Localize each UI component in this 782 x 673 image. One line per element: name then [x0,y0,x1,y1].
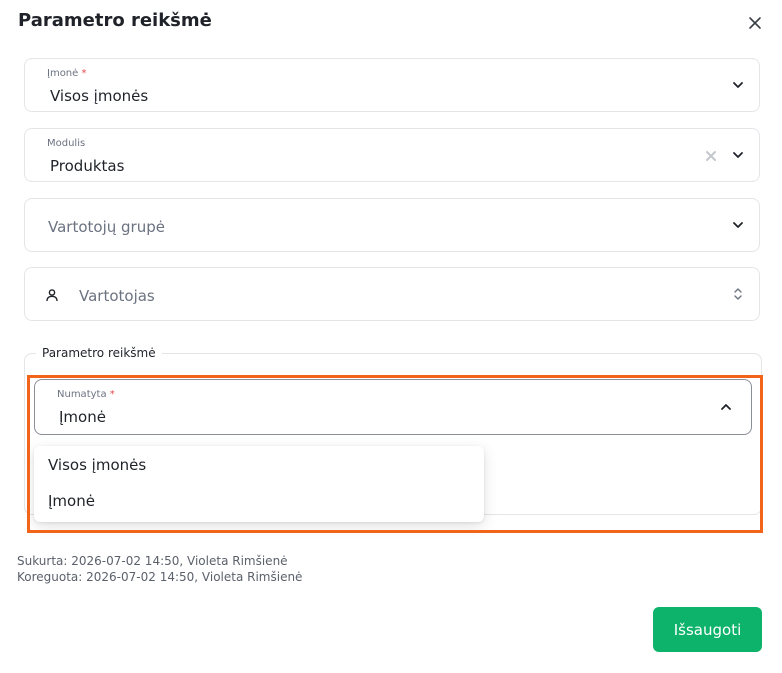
parameter-value-legend: Parametro reikšmė [36,346,162,360]
user-placeholder: Vartotojas [79,287,155,305]
close-icon[interactable] [744,12,766,34]
updated-info: Koreguota: 2026-07-02 14:50, Violeta Rim… [17,570,303,584]
dropdown-option[interactable]: Visos įmonės [48,456,146,474]
created-info: Sukurta: 2026-07-02 14:50, Violeta Rimši… [17,554,288,568]
company-label: Įmonė * [47,68,87,79]
clear-icon[interactable] [705,150,717,162]
company-select[interactable]: Įmonė * Visos įmonės [24,58,760,112]
default-value-value: Įmonė [59,408,106,426]
chevron-down-icon[interactable] [731,218,745,232]
save-button[interactable]: Išsaugoti [653,607,762,652]
module-value: Produktas [50,157,125,175]
user-group-placeholder: Vartotojų grupė [48,218,165,236]
parameter-value-dialog: Parametro reikšmė Įmonė * Visos įmonės M… [0,0,782,673]
module-select[interactable]: Modulis Produktas [24,128,760,182]
user-select[interactable]: Vartotojas [24,267,760,321]
company-value: Visos įmonės [50,87,149,105]
default-value-select[interactable]: Numatyta * Įmonė [34,379,752,435]
default-value-dropdown: Visos įmonės Įmonė [34,446,484,522]
chevron-up-down-icon[interactable] [731,287,745,301]
dialog-title: Parametro reikšmė [18,10,212,31]
user-icon [46,289,58,302]
module-label: Modulis [47,138,86,149]
chevron-up-icon[interactable] [719,400,733,414]
chevron-down-icon[interactable] [731,148,745,162]
user-group-select[interactable]: Vartotojų grupė [24,198,760,252]
dropdown-option[interactable]: Įmonė [48,492,95,510]
default-value-label: Numatyta * [57,389,115,400]
chevron-down-icon[interactable] [731,78,745,92]
